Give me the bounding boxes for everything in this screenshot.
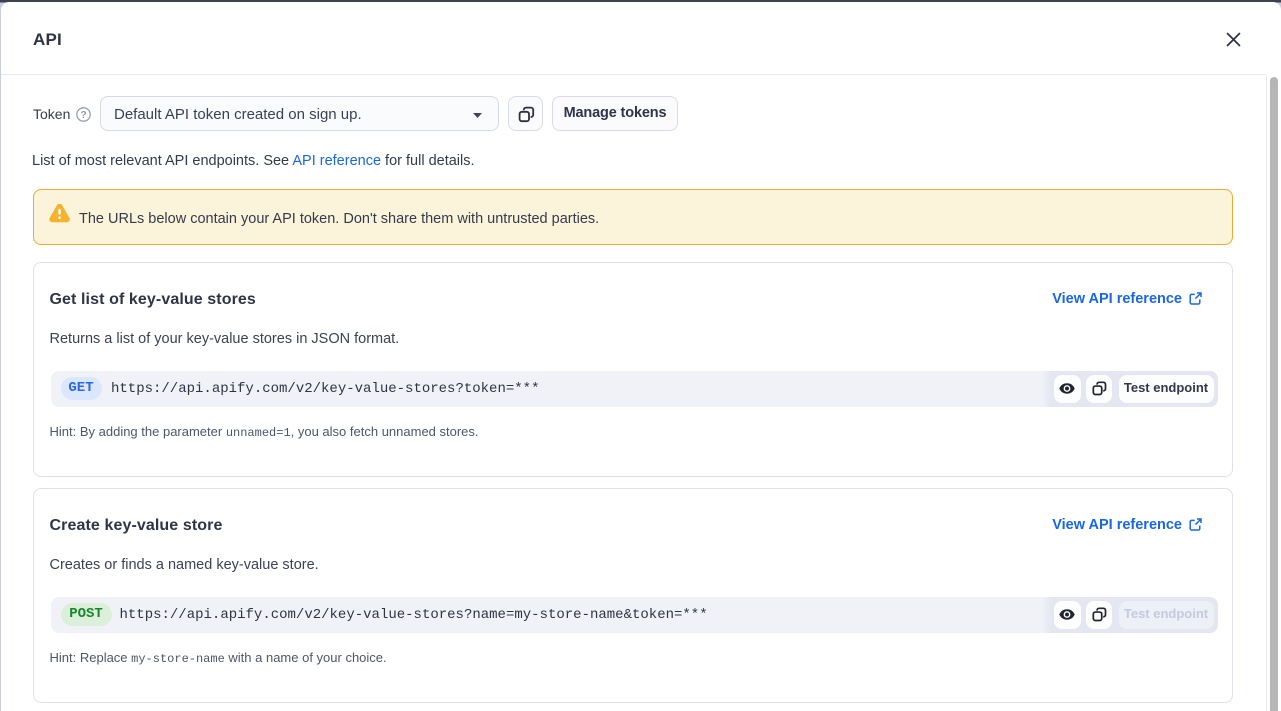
svg-text:?: ?: [80, 109, 86, 120]
